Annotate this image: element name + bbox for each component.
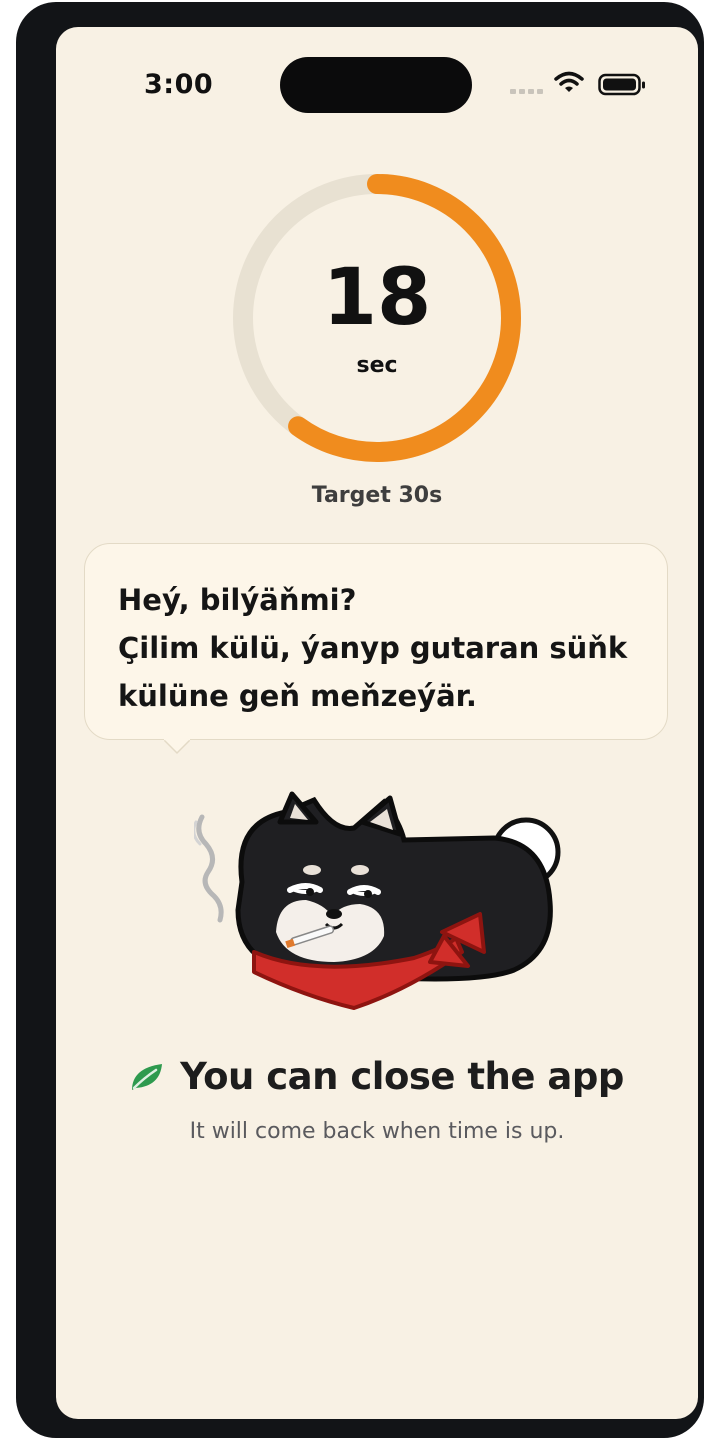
phone-frame: 3:00 18 sec Target 30s Heý, bilýäňmi? Çi… — [16, 2, 704, 1438]
dynamic-island — [280, 57, 472, 113]
speech-line: külüne geň meňzeýär. — [118, 679, 477, 713]
cellular-signal-icon — [510, 89, 543, 94]
wifi-icon — [554, 71, 584, 92]
app-screen: 3:00 18 sec Target 30s Heý, bilýäňmi? Çi… — [56, 27, 698, 1419]
close-app-subtitle: It will come back when time is up. — [189, 1119, 565, 1144]
close-app-notice: You can close the app — [56, 1055, 698, 1098]
battery-icon — [598, 73, 645, 96]
speech-line: Heý, bilýäňmi? — [118, 583, 357, 617]
leaf-icon — [132, 1063, 163, 1090]
status-time: 3:00 — [144, 69, 214, 100]
target-label: Target 30s — [311, 483, 443, 508]
timer-value: 18 — [322, 253, 432, 343]
speech-line: Çilim külü, ýanyp gutaran süňk — [118, 631, 628, 665]
close-app-title: You can close the app — [180, 1055, 624, 1098]
timer-unit: sec — [356, 353, 398, 378]
speech-bubble-tail — [164, 735, 190, 755]
speech-bubble: Heý, bilýäňmi? Çilim külü, ýanyp gutaran… — [84, 543, 668, 740]
shiba-dog-smoking-icon — [194, 791, 561, 1010]
